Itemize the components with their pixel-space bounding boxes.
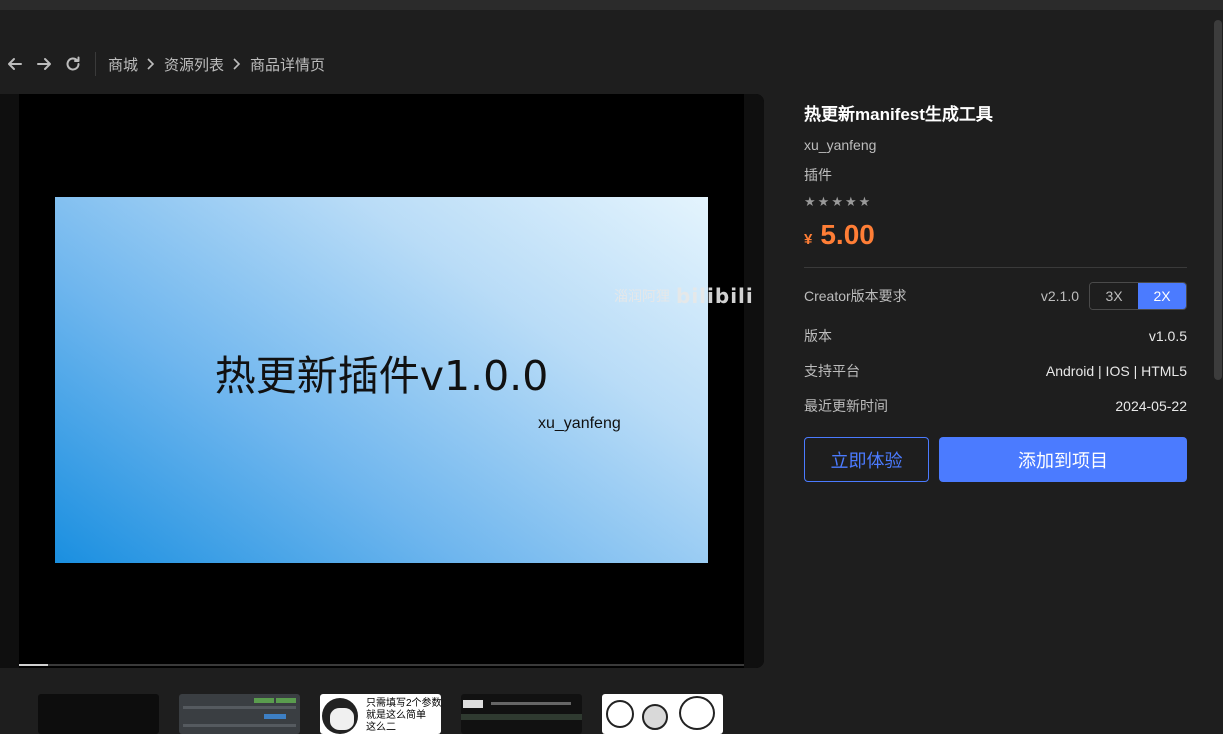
updated-row: 最近更新时间 2024-05-22: [804, 388, 1187, 423]
creator-version-group: v2.1.0 3X 2X: [1041, 282, 1187, 310]
player-letterbox-left: [0, 94, 19, 668]
creator-version-toggle: 3X 2X: [1089, 282, 1187, 310]
platform-value: Android | IOS | HTML5: [1045, 362, 1187, 379]
chevron-right-icon: [146, 57, 156, 71]
product-category: 插件: [804, 167, 832, 183]
creator-version-row: Creator版本要求 v2.1.0 3X 2X: [804, 282, 1187, 310]
creator-option-3x[interactable]: 3X: [1090, 283, 1138, 309]
nav-divider: [95, 52, 96, 76]
video-frame-slide: 热更新插件v1.0.0 xu_yanfeng: [55, 197, 708, 563]
watermark-text: 淄润阿狸: [614, 288, 670, 304]
slide-title: 热更新插件v1.0.0: [214, 352, 549, 400]
bilibili-logo-icon: bilibili: [676, 284, 754, 308]
product-info-panel: 热更新manifest生成工具 xu_yanfeng 插件 ★ ★ ★ ★ ★ ¥ 5.…: [804, 96, 1187, 482]
chevron-right-icon: [232, 57, 242, 71]
slide-author: xu_yanfeng: [538, 415, 621, 432]
arrow-right-icon: [36, 58, 51, 70]
thumb-row: [183, 706, 296, 709]
breadcrumb-product-detail: 商品详情页: [250, 56, 326, 74]
star-icon: ★: [844, 194, 857, 209]
version-value: v1.0.5: [1148, 327, 1187, 344]
thumb-button: [276, 698, 296, 703]
refresh-icon: [66, 56, 79, 71]
creator-option-2x[interactable]: 2X: [1138, 283, 1186, 309]
updated-label: 最近更新时间: [804, 397, 888, 414]
breadcrumb-resource-list[interactable]: 资源列表: [164, 54, 224, 75]
star-icon: ★: [804, 194, 816, 209]
thumb-button: [254, 698, 274, 703]
star-icon: ★: [817, 194, 830, 209]
video-watermark: 淄润阿狸 bilibili: [614, 284, 754, 308]
video-progress-bar[interactable]: [19, 664, 744, 666]
arrow-left-icon: [7, 58, 22, 70]
nav-toolbar: 商城 资源列表 商品详情页: [0, 50, 325, 78]
window-top-bar: [0, 0, 1223, 10]
breadcrumb-store[interactable]: 商城: [108, 54, 138, 75]
scrollbar-thumb[interactable]: [1214, 20, 1222, 380]
thumbnail-5[interactable]: [602, 694, 723, 734]
thumb-line: [491, 702, 571, 705]
thumb-bar: [461, 714, 582, 720]
thumb-button: [264, 714, 286, 719]
thumb-block: [463, 700, 483, 708]
divider: [804, 267, 1187, 268]
speech-bubble-icon: [679, 696, 715, 730]
platform-row: 支持平台 Android | IOS | HTML5: [804, 353, 1187, 388]
refresh-button[interactable]: [58, 50, 87, 78]
video-player[interactable]: 热更新插件v1.0.0 xu_yanfeng 淄润阿狸 bilibili: [0, 94, 764, 668]
meme-face-icon: [322, 698, 358, 734]
thumbnail-2[interactable]: [179, 694, 300, 734]
thumb-row: [183, 724, 296, 727]
version-label: 版本: [804, 327, 832, 344]
back-button[interactable]: [0, 50, 29, 78]
thumbnail-4[interactable]: [461, 694, 582, 734]
thumbnail-3[interactable]: 只需填写2个参数 就是这么简单 这么二: [320, 694, 441, 734]
try-now-button[interactable]: 立即体验: [804, 437, 929, 482]
thumb-caption: 只需填写2个参数 就是这么简单 这么二: [366, 698, 441, 733]
currency-symbol: ¥: [804, 231, 813, 248]
forward-button[interactable]: [29, 50, 58, 78]
star-icon: ★: [858, 194, 871, 209]
meme-face-icon: [606, 700, 634, 728]
price-amount: 5.00: [820, 219, 875, 250]
product-title: 热更新manifest生成工具: [804, 105, 993, 124]
star-icon: ★: [831, 194, 843, 209]
meme-face-icon: [642, 704, 668, 730]
scrollbar-track[interactable]: [1213, 10, 1223, 723]
product-price: ¥ 5.00: [804, 219, 1187, 251]
rating-stars: ★ ★ ★ ★ ★: [804, 195, 1187, 209]
creator-version-current: v2.1.0: [1040, 288, 1079, 304]
product-author[interactable]: xu_yanfeng: [804, 137, 1187, 153]
player-letterbox-right: [744, 94, 764, 668]
video-progress-fill: [19, 664, 48, 666]
updated-value: 2024-05-22: [1115, 397, 1187, 414]
platform-label: 支持平台: [804, 362, 860, 379]
thumbnail-1[interactable]: [38, 694, 159, 734]
add-to-project-button[interactable]: 添加到项目: [939, 437, 1187, 482]
action-buttons: 立即体验 添加到项目: [804, 437, 1187, 482]
version-row: 版本 v1.0.5: [804, 318, 1187, 353]
creator-version-label: Creator版本要求: [804, 288, 907, 304]
thumbnail-strip: 只需填写2个参数 就是这么简单 这么二: [38, 694, 723, 734]
